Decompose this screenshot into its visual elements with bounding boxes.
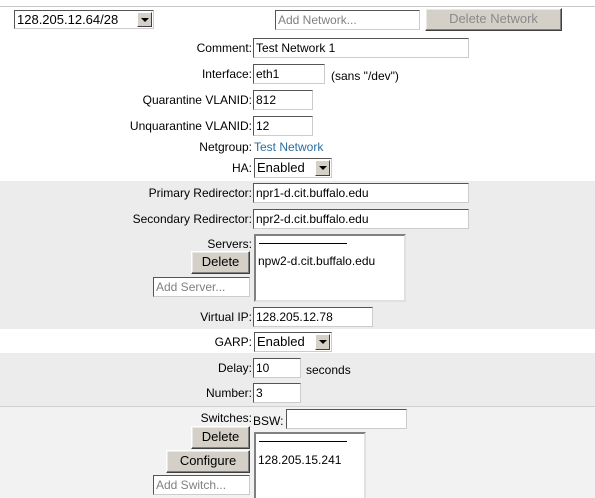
switches-label: Switches: — [200, 411, 252, 425]
interface-label: Interface: — [201, 67, 252, 81]
list-item[interactable]: npw2-d.cit.buffalo.edu — [258, 254, 375, 268]
netgroup-link[interactable]: Test Network — [254, 140, 323, 154]
servers-listbox[interactable]: npw2-d.cit.buffalo.edu — [254, 234, 406, 302]
interface-hint: (sans "/dev") — [331, 69, 399, 83]
comment-input[interactable]: Test Network 1 — [253, 38, 469, 58]
network-select[interactable]: 128.205.12.64/28 — [14, 10, 154, 29]
garp-label: GARP: — [214, 335, 252, 349]
chevron-down-icon[interactable] — [315, 160, 330, 176]
add-switch-input[interactable]: Add Switch... — [153, 475, 250, 495]
virtual-ip-input[interactable]: 128.205.12.78 — [253, 307, 373, 327]
number-input[interactable]: 3 — [253, 383, 301, 403]
add-server-input[interactable]: Add Server... — [153, 277, 250, 297]
bsw-input[interactable] — [286, 409, 407, 429]
garp-select-value: Enabled — [257, 334, 305, 349]
delay-unit: seconds — [306, 363, 351, 377]
unquarantine-vlan-input[interactable]: 12 — [253, 116, 313, 136]
delete-network-button[interactable]: Delete Network — [425, 8, 562, 31]
number-label: Number: — [205, 386, 252, 400]
comment-label: Comment: — [196, 41, 252, 55]
bsw-label: BSW: — [253, 414, 284, 428]
delete-server-button[interactable]: Delete — [191, 251, 250, 274]
unquarantine-vlan-label: Unquarantine VLANID: — [129, 119, 252, 133]
quarantine-vlan-label: Quarantine VLANID: — [142, 93, 252, 107]
netgroup-label: Netgroup: — [199, 140, 252, 154]
interface-input[interactable]: eth1 — [253, 64, 325, 84]
garp-select[interactable]: Enabled — [254, 332, 332, 352]
list-item[interactable]: 128.205.15.241 — [258, 453, 341, 467]
delete-switch-button[interactable]: Delete — [191, 426, 250, 449]
servers-label: Servers: — [207, 237, 252, 251]
delay-label: Delay: — [217, 361, 252, 375]
primary-redirector-label: Primary Redirector: — [148, 186, 252, 200]
add-network-input[interactable]: Add Network... — [275, 10, 420, 30]
chevron-down-icon[interactable] — [137, 12, 152, 27]
listbox-separator — [259, 441, 347, 442]
switches-listbox[interactable]: 128.205.15.241 — [254, 432, 366, 498]
configure-switch-button[interactable]: Configure — [166, 450, 250, 473]
ha-label: HA: — [231, 161, 252, 175]
ha-select[interactable]: Enabled — [254, 158, 332, 178]
primary-redirector-input[interactable]: npr1-d.cit.buffalo.edu — [253, 183, 469, 203]
ha-select-value: Enabled — [257, 160, 305, 175]
secondary-redirector-input[interactable]: npr2-d.cit.buffalo.edu — [253, 209, 469, 229]
chevron-down-icon[interactable] — [315, 334, 330, 350]
virtual-ip-label: Virtual IP: — [200, 310, 252, 324]
listbox-separator — [259, 243, 347, 244]
secondary-redirector-label: Secondary Redirector: — [132, 212, 252, 226]
delay-input[interactable]: 10 — [253, 358, 301, 378]
network-select-value: 128.205.12.64/28 — [17, 12, 119, 27]
switches-divider — [0, 406, 595, 407]
top-divider — [0, 6, 595, 7]
quarantine-vlan-input[interactable]: 812 — [253, 90, 313, 110]
